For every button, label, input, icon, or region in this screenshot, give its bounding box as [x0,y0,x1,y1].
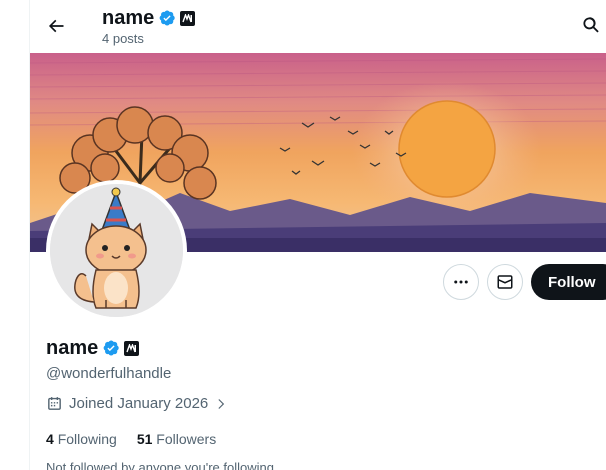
affiliate-badge-icon[interactable] [124,340,140,356]
joined-date-text: Joined January 2026 [69,395,209,412]
back-button[interactable] [42,12,70,40]
following-link[interactable]: 4 Following [46,431,117,447]
verified-badge-icon[interactable] [102,339,120,357]
more-horizontal-icon [454,280,468,284]
joined-date-row: Joined January 2026 [46,395,228,412]
header-title-block: name 4 posts [102,6,196,47]
left-rail [0,0,30,470]
message-button[interactable] [487,264,523,300]
follow-stats: 4 Following 51 Followers [46,431,216,447]
followers-label: Followers [156,431,217,447]
profile-avatar[interactable] [46,180,187,321]
joined-date-link[interactable]: Joined January 2026 [46,395,228,412]
followers-count: 51 [136,431,153,447]
following-label: Following [57,431,117,447]
followed-by-note: Not followed by anyone you're following [46,460,274,470]
arrow-left-icon [48,19,64,33]
profile-display-name: name [46,337,99,359]
search-button[interactable] [580,14,604,38]
envelope-icon [497,275,513,289]
post-count: 4 posts [102,31,144,46]
search-icon [583,17,599,33]
calendar-icon [48,397,61,410]
profile-handle: @wonderfulhandle [46,365,172,382]
profile-header-bar: name 4 posts [30,0,606,53]
header-name: name [102,7,155,29]
chevron-right-icon [218,398,225,409]
profile-info: name @wonderfulhandle [46,336,171,384]
affiliate-badge-icon [180,10,196,26]
followers-link[interactable]: 51 Followers [137,431,216,447]
cat-party-hat-avatar-illustration [50,184,183,317]
verified-badge-icon [159,10,175,26]
follow-button[interactable]: Follow [531,264,606,300]
more-options-button[interactable] [443,264,479,300]
following-count: 4 [46,431,54,447]
